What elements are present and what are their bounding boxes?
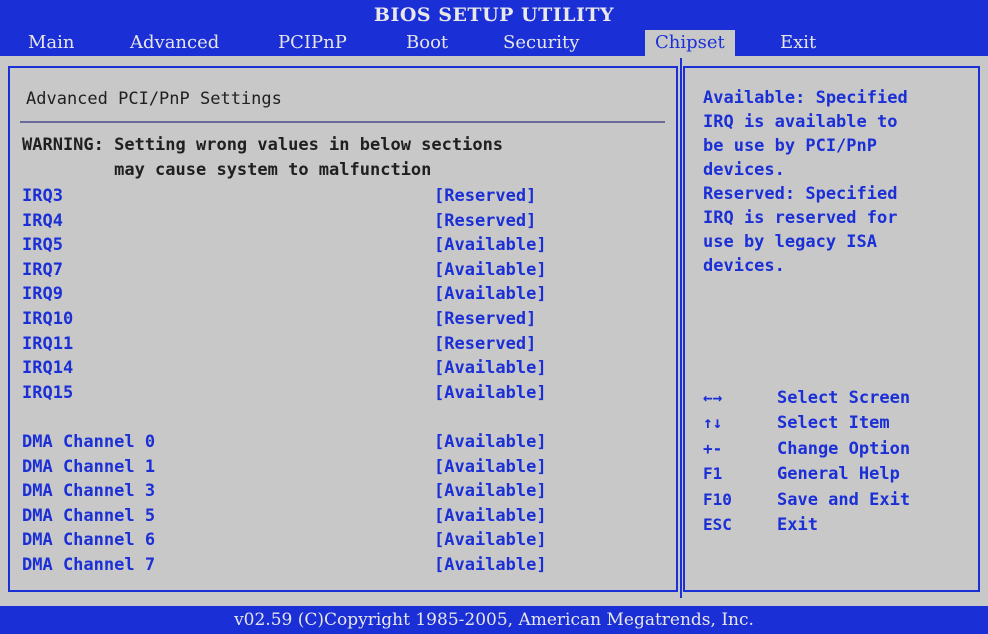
irq-value[interactable]: [Reserved]	[434, 334, 536, 354]
menu-exit[interactable]: Exit	[770, 30, 826, 56]
irq-value[interactable]: [Available]	[434, 358, 547, 378]
key-name: ESC	[703, 515, 732, 534]
dma-label: DMA Channel 1	[22, 456, 156, 477]
dma-label: DMA Channel 5	[22, 505, 156, 526]
key-hint-row: ESC Exit	[703, 515, 973, 539]
menu-main[interactable]: Main	[18, 30, 85, 56]
section-title: Advanced PCI/PnP Settings	[26, 89, 282, 109]
irq-value[interactable]: [Available]	[434, 284, 547, 304]
warning-line-2: may cause system to malfunction	[22, 160, 432, 180]
dma-value[interactable]: [Available]	[434, 481, 547, 501]
dma-value[interactable]: [Available]	[434, 555, 547, 575]
irq-label: IRQ4	[22, 210, 63, 231]
key-description: Change Option	[777, 438, 911, 459]
irq-row[interactable]: IRQ11 [Reserved]	[22, 334, 672, 358]
menu-security[interactable]: Security	[493, 30, 589, 56]
menu-pcipnp[interactable]: PCIPnP	[268, 30, 357, 56]
title-divider	[20, 121, 665, 123]
key-description: Exit	[777, 515, 818, 535]
copyright-footer: v02.59 (C)Copyright 1985-2005, American …	[0, 606, 988, 634]
irq-value[interactable]: [Reserved]	[434, 309, 536, 329]
dma-row[interactable]: DMA Channel 6 [Available]	[22, 530, 672, 554]
dma-label: DMA Channel 7	[22, 555, 156, 575]
bios-title: BIOS SETUP UTILITY	[0, 0, 988, 30]
dma-row[interactable]: DMA Channel 0 [Available]	[22, 432, 672, 456]
dma-row[interactable]: DMA Channel 5 [Available]	[22, 506, 672, 530]
irq-label: IRQ14	[22, 358, 74, 379]
key-name: F1	[703, 464, 723, 484]
irq-row[interactable]: IRQ3 [Reserved]	[22, 186, 672, 210]
dma-value[interactable]: [Available]	[434, 457, 547, 477]
irq-value[interactable]: [Available]	[434, 235, 547, 255]
dma-row[interactable]: DMA Channel 1 [Available]	[22, 457, 672, 481]
irq-value[interactable]: [Available]	[434, 260, 547, 280]
dma-value[interactable]: [Available]	[434, 530, 547, 550]
key-hint-row: ←→ Select Screen	[703, 388, 973, 412]
dma-value[interactable]: [Available]	[434, 506, 547, 526]
irq-row[interactable]: IRQ5 [Available]	[22, 235, 672, 259]
irq-label: IRQ11	[22, 333, 74, 354]
irq-label: IRQ15	[22, 382, 74, 403]
irq-label: IRQ9	[22, 284, 63, 305]
irq-value[interactable]: [Available]	[434, 383, 547, 403]
dma-row[interactable]: DMA Channel 3 [Available]	[22, 481, 672, 505]
dma-value[interactable]: [Available]	[434, 432, 547, 452]
irq-label: IRQ3	[22, 186, 63, 206]
key-description: Select Item	[777, 413, 890, 434]
key-hint-row: ↑↓ Select Item	[703, 413, 973, 437]
key-name: ↑↓	[703, 413, 723, 433]
key-name: F10	[703, 489, 732, 509]
key-hint-row: F10 Save and Exit	[703, 490, 973, 514]
key-hint-row: +- Change Option	[703, 439, 973, 463]
dma-label: DMA Channel 0	[22, 432, 156, 452]
key-description: Select Screen	[777, 388, 911, 408]
key-description: General Help	[777, 464, 900, 485]
menu-bar: Main Advanced PCIPnP Boot Security Chips…	[0, 30, 988, 56]
irq-value[interactable]: [Reserved]	[434, 186, 536, 206]
key-description: Save and Exit	[777, 489, 911, 510]
dma-label: DMA Channel 3	[22, 481, 156, 502]
dma-row[interactable]: DMA Channel 7 [Available]	[22, 555, 672, 579]
dma-label: DMA Channel 6	[22, 530, 156, 551]
key-hint-row: F1 General Help	[703, 464, 973, 488]
irq-row[interactable]: IRQ10 [Reserved]	[22, 309, 672, 333]
menu-boot[interactable]: Boot	[396, 30, 458, 56]
irq-row[interactable]: IRQ7 [Available]	[22, 260, 672, 284]
irq-row[interactable]: IRQ9 [Available]	[22, 284, 672, 308]
irq-row[interactable]: IRQ15 [Available]	[22, 383, 672, 407]
irq-label: IRQ5	[22, 235, 63, 256]
panel-separator	[680, 58, 682, 598]
help-text: Available: Specified IRQ is available to…	[703, 88, 908, 276]
warning-line-1: WARNING: Setting wrong values in below s…	[22, 135, 504, 155]
key-name: ←→	[703, 388, 723, 407]
menu-chipset[interactable]: Chipset	[645, 30, 735, 56]
irq-row[interactable]: IRQ14 [Available]	[22, 358, 672, 382]
irq-label: IRQ7	[22, 259, 63, 280]
menu-advanced[interactable]: Advanced	[120, 30, 229, 56]
irq-label: IRQ10	[22, 309, 74, 329]
key-name: +-	[703, 438, 723, 458]
irq-row[interactable]: IRQ4 [Reserved]	[22, 211, 672, 235]
irq-value[interactable]: [Reserved]	[434, 211, 536, 231]
